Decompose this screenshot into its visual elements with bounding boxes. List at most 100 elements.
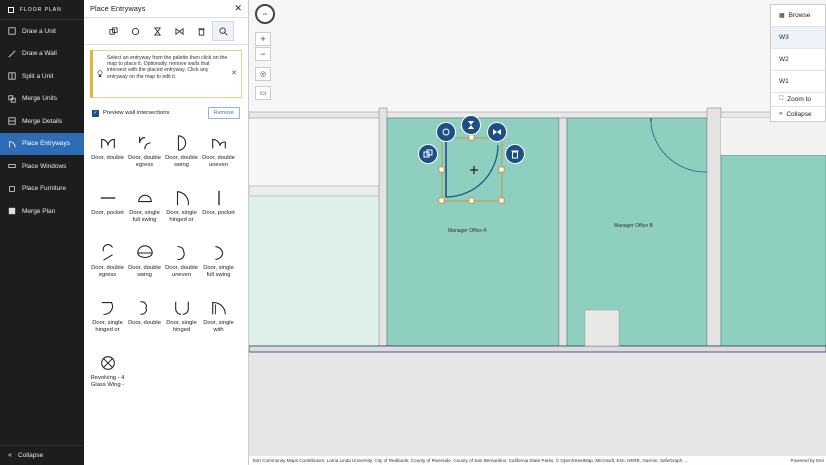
nav-label: Merge Details — [22, 117, 63, 125]
floor-plan-drawing — [249, 0, 826, 465]
panel-toolbar — [84, 18, 248, 45]
palette-item[interactable]: Door, double swing — [164, 132, 199, 187]
flip-horizontal-button[interactable] — [487, 122, 507, 142]
door-double-icon — [100, 138, 115, 149]
collapse-nav-button[interactable]: « Collapse — [0, 445, 84, 465]
palette-item[interactable]: Door, double — [127, 297, 162, 352]
copy-entryway-button[interactable] — [418, 144, 438, 164]
palette-item[interactable]: Door, single with — [201, 297, 236, 352]
palette-item[interactable]: Door, single hinged or — [90, 297, 125, 352]
entryways-panel: Place Entryways ✕ Select an entryway fro… — [84, 0, 249, 465]
flip-horizontal-tool[interactable] — [168, 21, 190, 41]
delete-entryway-button[interactable] — [505, 144, 525, 164]
app-nav: FLOOR PLAN Draw a Unit Draw a Wall Split… — [0, 0, 84, 465]
browse-label: Browse — [788, 12, 811, 19]
rotate-entryway-button[interactable] — [436, 122, 456, 142]
level-label: W2 — [779, 56, 789, 63]
palette-item[interactable]: Door, pocket — [201, 187, 236, 242]
copy-icon — [423, 149, 433, 158]
nav-place-windows[interactable]: Place Windows — [0, 155, 84, 178]
close-icon[interactable]: ✕ — [234, 3, 242, 14]
copy-tool[interactable] — [102, 21, 124, 41]
door-double-uneven-icon — [176, 246, 185, 260]
remove-button[interactable]: Remove — [207, 107, 240, 119]
palette-label: Door, pocket — [202, 210, 235, 216]
nav-draw-unit[interactable]: Draw a Unit — [0, 20, 84, 43]
nav-place-entryways[interactable]: Place Entryways — [0, 132, 84, 155]
app-title-text: FLOOR PLAN — [20, 6, 62, 13]
browse-icon: ▦ — [779, 13, 785, 19]
palette-item[interactable]: Door, double swing — [127, 242, 162, 297]
attribution-text: Esri Community Maps Contributors, Loma L… — [253, 458, 689, 463]
door-double-swing-icon — [136, 245, 153, 258]
flip-vertical-button[interactable] — [461, 115, 481, 135]
palette-item[interactable]: Door, double egress — [90, 242, 125, 297]
compass-button[interactable]: ⇔ — [255, 4, 275, 24]
nav-merge-units[interactable]: Merge Units — [0, 88, 84, 111]
door-double-icon — [139, 301, 147, 315]
palette-item[interactable]: Door, double uneven — [201, 132, 236, 187]
rotate-tool[interactable] — [124, 21, 146, 41]
palette-label: Door, double egress — [91, 265, 124, 278]
collapse-picker-label: Collapse — [786, 110, 812, 118]
palette-label: Door, single with — [203, 320, 234, 333]
palette-item[interactable]: Door, double uneven — [164, 242, 199, 297]
floor-picker: ▦ Browse W3 W2 W1 ⛶ Zoom to » Collapse — [770, 4, 826, 122]
flip-vertical-tool[interactable] — [146, 21, 168, 41]
locate-button[interactable]: ◎ — [255, 67, 271, 81]
level-w3[interactable]: W3 — [771, 27, 825, 49]
level-label: W3 — [779, 34, 789, 41]
palette-item[interactable]: Door, single hinged or — [164, 187, 199, 242]
palette-item[interactable]: Door, pocket — [90, 187, 125, 242]
level-w1[interactable]: W1 — [771, 71, 825, 93]
palette-label: Door, single full swing — [129, 210, 160, 223]
nav-label: Place Windows — [22, 162, 67, 170]
powered-by[interactable]: Powered by Esri — [787, 456, 824, 465]
trash-icon — [197, 27, 205, 36]
preview-checkbox[interactable]: ✓ — [92, 109, 99, 117]
zoom-to-icon: ⛶ — [779, 96, 784, 102]
floor-plan-map[interactable]: Manager Office A Manager Office B — [249, 0, 826, 465]
nav-place-furniture[interactable]: Place Furniture — [0, 178, 84, 201]
double-chevron-left-icon: « — [8, 452, 12, 459]
delete-tool[interactable] — [190, 21, 212, 41]
level-w2[interactable]: W2 — [771, 49, 825, 71]
door-double-swing-icon — [177, 135, 186, 151]
merge-plan-icon — [8, 207, 16, 215]
palette-item[interactable]: Door, single full swing — [127, 187, 162, 242]
zoom-in-button[interactable]: + — [255, 32, 271, 46]
palette-item[interactable]: Door, single hinged — [164, 297, 199, 352]
palette-item[interactable]: Door, single full swing — [201, 242, 236, 297]
palette-item[interactable]: Revolving - 4 Glass Wing - — [90, 352, 125, 407]
collapse-picker-button[interactable]: » Collapse — [771, 107, 825, 121]
browse-button[interactable]: ▦ Browse — [771, 5, 825, 27]
palette-label: Door, single hinged or — [92, 320, 123, 333]
entryway-icon — [8, 140, 16, 148]
palette-item[interactable]: Door, double — [90, 132, 125, 187]
palette-item[interactable]: Door, double egress — [127, 132, 162, 187]
dismiss-notice-icon[interactable]: ✕ — [231, 69, 237, 77]
layers-button[interactable]: ▭ — [255, 86, 271, 100]
nav-merge-details[interactable]: Merge Details — [0, 110, 84, 133]
draw-wall-icon — [8, 50, 16, 58]
palette-label: Door, double egress — [128, 155, 161, 168]
nav-draw-wall[interactable]: Draw a Wall — [0, 43, 84, 66]
nav-split-unit[interactable]: Split a Unit — [0, 65, 84, 88]
magnifier-icon — [218, 26, 227, 35]
zoom-to-button[interactable]: ⛶ Zoom to — [771, 93, 825, 107]
zoom-tool[interactable] — [212, 21, 234, 41]
nav-merge-plan[interactable]: Merge Plan — [0, 200, 84, 223]
door-double-uneven-icon — [211, 138, 226, 149]
palette-label: Door, double — [91, 155, 124, 161]
palette-label: Door, double uneven — [165, 265, 198, 278]
collapse-label: Collapse — [17, 452, 44, 459]
flip-horizontal-icon — [174, 27, 184, 35]
app-title: FLOOR PLAN — [0, 0, 84, 20]
map-attribution: Esri Community Maps Contributors, Loma L… — [249, 456, 826, 465]
flip-vertical-icon — [468, 121, 474, 129]
compass-icon: ⇔ — [261, 10, 269, 18]
merge-details-icon — [8, 117, 16, 125]
zoom-out-button[interactable]: − — [255, 47, 271, 61]
palette-label: Door, pocket — [91, 210, 124, 216]
door-single-full-swing-icon — [137, 194, 152, 203]
